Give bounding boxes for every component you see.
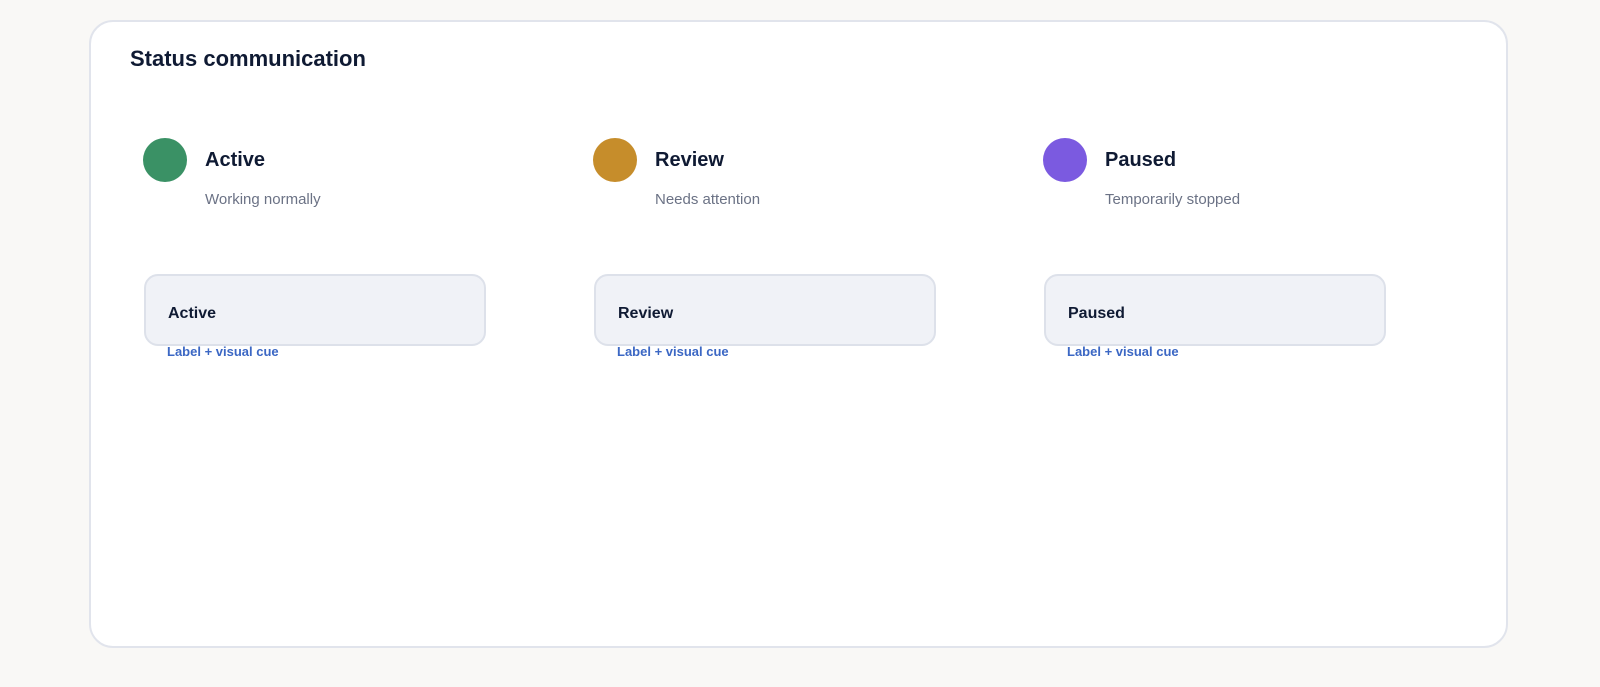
- status-dot-icon: [1043, 138, 1087, 182]
- status-dot-icon: [593, 138, 637, 182]
- status-item-paused: Paused Temporarily stopped: [1043, 138, 1443, 218]
- card-title: Status communication: [130, 46, 366, 71]
- pill-label: Paused: [1068, 305, 1125, 322]
- pill-cue-text: Label + visual cue: [617, 344, 729, 359]
- pill-label: Review: [618, 305, 674, 322]
- status-item-active: Active Working normally: [143, 138, 543, 218]
- pill-cue-text: Label + visual cue: [1067, 344, 1179, 359]
- status-description: Temporarily stopped: [1105, 191, 1241, 208]
- status-dot-icon: [143, 138, 187, 182]
- status-item-review: Review Needs attention: [593, 138, 993, 218]
- status-pill-paused: Paused: [1044, 274, 1386, 346]
- status-label: Review: [655, 149, 724, 171]
- status-description: Needs attention: [655, 191, 761, 208]
- status-label: Paused: [1105, 149, 1177, 171]
- status-pill-active: Active: [144, 274, 486, 346]
- status-description: Working normally: [205, 191, 321, 208]
- pill-label: Active: [168, 305, 217, 322]
- status-label: Active: [205, 149, 266, 171]
- status-pill-review: Review: [594, 274, 936, 346]
- pill-cue-text: Label + visual cue: [167, 344, 279, 359]
